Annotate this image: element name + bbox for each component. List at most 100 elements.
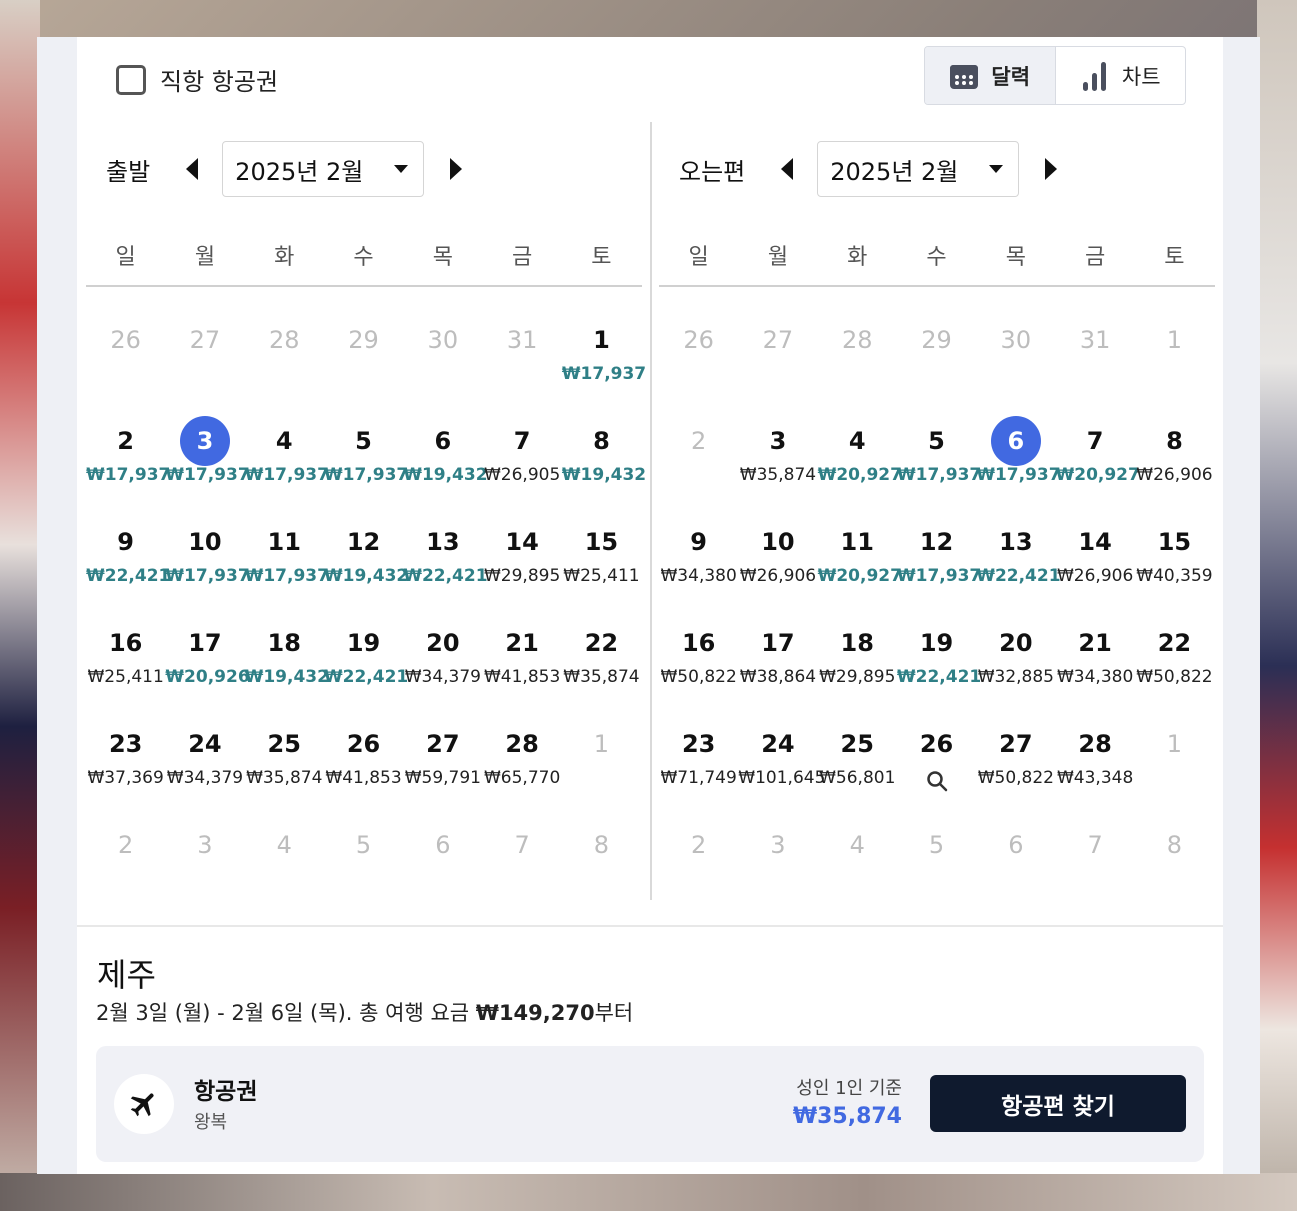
- calendar-day[interactable]: 16 ₩50,822: [659, 603, 738, 704]
- search-icon[interactable]: [926, 770, 948, 792]
- day-price-low: ₩17,937: [976, 465, 1061, 485]
- calendar-day[interactable]: 16 ₩25,411: [86, 603, 165, 704]
- calendar-day[interactable]: 13 ₩22,421: [403, 502, 487, 603]
- calendar-day[interactable]: 11 ₩20,927: [818, 502, 902, 603]
- calendar-day-outside-month: 6: [403, 805, 482, 906]
- calendar-day[interactable]: 18 ₩19,432: [245, 603, 329, 704]
- price-basis: 성인 1인 기준: [796, 1078, 902, 1099]
- calendar-day-outside-month: 5: [324, 805, 403, 906]
- day-number: 2: [691, 427, 707, 455]
- day-price-low: ₩17,937: [561, 364, 647, 384]
- calendar-day[interactable]: 9 ₩34,380: [659, 502, 738, 603]
- calendar-day[interactable]: 24 ₩34,379: [165, 704, 244, 805]
- weekday-label: 목: [432, 245, 453, 270]
- find-flights-button[interactable]: 항공편 찾기: [930, 1075, 1186, 1132]
- calendar-day[interactable]: 22 ₩35,874: [562, 603, 641, 704]
- calendar-day[interactable]: 3 ₩35,874: [738, 401, 817, 502]
- calendar-day-outside-month: 30: [403, 300, 482, 401]
- calendar-day[interactable]: 22 ₩50,822: [1135, 603, 1214, 704]
- calendar-day[interactable]: 17 ₩20,926: [165, 603, 249, 704]
- calendar-week-row: 2 3 4 5 6 7 8: [659, 805, 1215, 906]
- calendar-day[interactable]: 7 ₩20,927: [1055, 401, 1139, 502]
- calendar-day[interactable]: 26: [897, 704, 976, 805]
- calendar-day[interactable]: 14 ₩29,895: [482, 502, 561, 603]
- calendar-day[interactable]: 4 ₩17,937: [245, 401, 329, 502]
- calendar-day[interactable]: 13 ₩22,421: [976, 502, 1060, 603]
- calendar-day[interactable]: 9 ₩22,421: [86, 502, 170, 603]
- calendar-day[interactable]: 10 ₩17,937: [165, 502, 250, 603]
- calendar-day[interactable]: 2 ₩17,937: [86, 401, 171, 502]
- calendar-day[interactable]: 21 ₩41,853: [482, 603, 561, 704]
- day-number: 13: [426, 528, 460, 556]
- calendar-day[interactable]: 3 ₩17,937: [165, 401, 250, 502]
- calendar-day[interactable]: 17 ₩38,864: [738, 603, 817, 704]
- calendar-day[interactable]: 12 ₩17,937: [896, 502, 982, 603]
- weekday-label: 화: [847, 245, 868, 270]
- calendar-day[interactable]: 8 ₩19,432: [562, 401, 646, 502]
- calendar-day[interactable]: 14 ₩26,906: [1055, 502, 1134, 603]
- calendar-day[interactable]: 7 ₩26,905: [482, 401, 561, 502]
- calendar-day[interactable]: 6 ₩19,432: [403, 401, 487, 502]
- day-number: 7: [514, 831, 530, 859]
- calendar-day[interactable]: 23 ₩71,749: [659, 704, 738, 805]
- weekday-label: 월: [767, 245, 789, 270]
- calendar-day[interactable]: 5 ₩17,937: [324, 401, 408, 502]
- direct-flight-option[interactable]: 직항 항공권: [116, 62, 278, 97]
- calendar-view-button[interactable]: 달력: [925, 47, 1056, 104]
- day-price: ₩29,895: [819, 667, 896, 687]
- day-number: 22: [584, 629, 619, 657]
- calendar-day[interactable]: 21 ₩34,380: [1055, 603, 1134, 704]
- calendar-day[interactable]: 4 ₩20,927: [818, 401, 902, 502]
- day-number: 2: [691, 831, 707, 859]
- day-number: 25: [267, 730, 301, 758]
- day-price-low: ₩17,937: [165, 566, 250, 586]
- return-next-month-button[interactable]: [1041, 155, 1061, 183]
- day-number: 2: [117, 427, 134, 455]
- day-price-low: ₩17,937: [896, 566, 982, 586]
- calendar-day[interactable]: 27 ₩50,822: [976, 704, 1055, 805]
- calendar-day[interactable]: 27 ₩59,791: [403, 704, 482, 805]
- departure-next-month-button[interactable]: [446, 155, 466, 183]
- calendar-day[interactable]: 26 ₩41,853: [324, 704, 403, 805]
- return-prev-month-button[interactable]: [777, 155, 797, 183]
- day-price-low: ₩17,937: [86, 465, 171, 485]
- calendar-day[interactable]: 28 ₩43,348: [1055, 704, 1134, 805]
- total-suffix: 부터: [594, 1001, 634, 1025]
- calendar-day[interactable]: 19 ₩22,421: [897, 603, 981, 704]
- day-number: 20: [999, 629, 1033, 657]
- direct-flight-checkbox[interactable]: [116, 64, 146, 95]
- departure-month-select[interactable]: 2025년 2월: [222, 141, 425, 197]
- day-price: ₩26,906: [1136, 465, 1213, 485]
- calendar-day[interactable]: 11 ₩17,937: [245, 502, 329, 603]
- calendar-day[interactable]: 1 ₩17,937: [561, 300, 647, 401]
- calendar-day[interactable]: 8 ₩26,906: [1135, 401, 1214, 502]
- calendar-day[interactable]: 18 ₩29,895: [818, 603, 897, 704]
- calendar-day[interactable]: 5 ₩17,937: [897, 401, 981, 502]
- calendar-day[interactable]: 25 ₩35,874: [245, 704, 324, 805]
- day-number: 3: [197, 831, 213, 859]
- return-month-select[interactable]: 2025년 2월: [817, 141, 1020, 197]
- calendar-day[interactable]: 10 ₩26,906: [738, 502, 817, 603]
- day-number: 12: [346, 528, 381, 556]
- calendar-day[interactable]: 20 ₩32,885: [976, 603, 1055, 704]
- calendar-day[interactable]: 23 ₩37,369: [86, 704, 165, 805]
- calendar-day[interactable]: 12 ₩19,432: [324, 502, 408, 603]
- calendar-day[interactable]: 24 ₩101,645: [738, 704, 825, 805]
- calendar-day[interactable]: 15 ₩40,359: [1135, 502, 1214, 603]
- day-number: 4: [275, 427, 293, 455]
- calendar-day-outside-month: 28: [245, 300, 324, 401]
- calendar-day[interactable]: 20 ₩34,379: [403, 603, 482, 704]
- chevron-down-icon: [394, 165, 409, 173]
- day-price: ₩34,380: [1056, 667, 1134, 687]
- calendar-day[interactable]: 6 ₩17,937: [976, 401, 1061, 502]
- calendar-day-outside-month: 7: [482, 805, 561, 906]
- calendar-day[interactable]: 25 ₩56,801: [818, 704, 897, 805]
- calendar-day[interactable]: 15 ₩25,411: [562, 502, 641, 603]
- chart-view-button[interactable]: 차트: [1056, 47, 1186, 104]
- departure-prev-month-button[interactable]: [182, 155, 202, 183]
- calendar-day[interactable]: 28 ₩65,770: [482, 704, 561, 805]
- calendar-day[interactable]: 19 ₩22,421: [324, 603, 408, 704]
- day-number: 25: [840, 730, 874, 758]
- day-number: 16: [108, 629, 143, 657]
- airplane-icon: [130, 1093, 154, 1117]
